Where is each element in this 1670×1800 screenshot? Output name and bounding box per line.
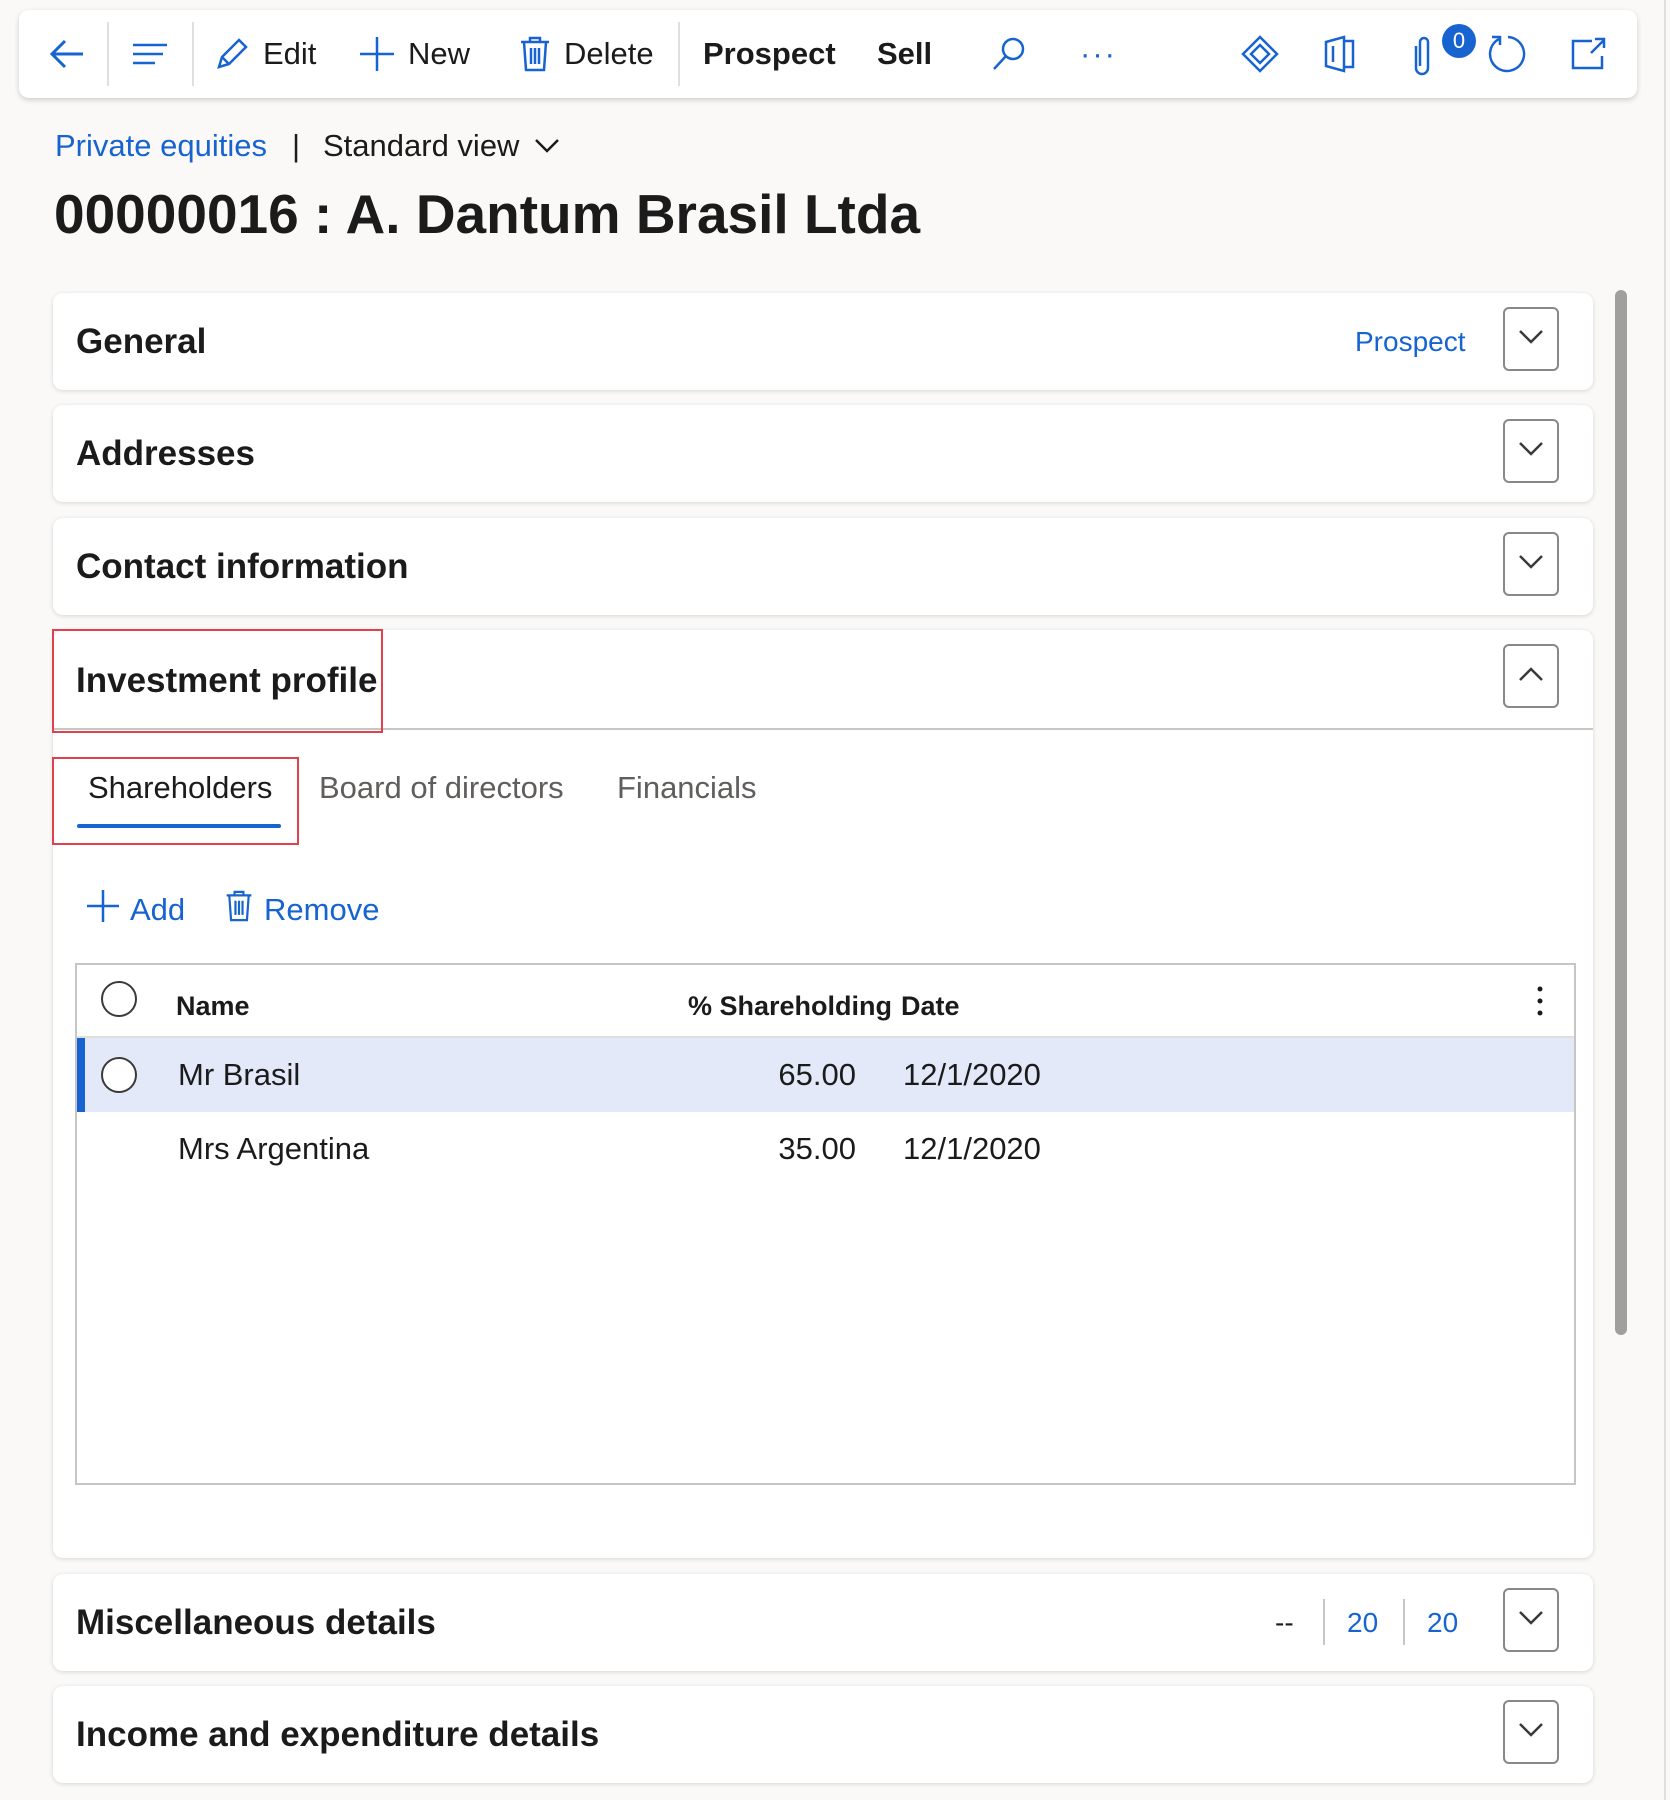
tab-financials[interactable]: Financials xyxy=(617,770,757,806)
misc-summary-3: 20 xyxy=(1427,1607,1459,1638)
window-edge xyxy=(1664,0,1666,1800)
new-button[interactable]: New xyxy=(358,10,470,98)
chevron-down-icon xyxy=(1517,1720,1545,1745)
remove-shareholder-button[interactable]: Remove xyxy=(224,888,379,932)
section-misc-title: Miscellaneous details xyxy=(76,1603,436,1642)
chevron-up-icon xyxy=(1517,664,1545,689)
add-shareholder-button[interactable]: Add xyxy=(86,888,185,932)
tab-shareholders[interactable]: Shareholders xyxy=(88,770,272,806)
summary-divider xyxy=(1403,1599,1405,1645)
active-tab-indicator xyxy=(77,824,281,828)
general-expand-button[interactable] xyxy=(1503,307,1559,371)
select-all-radio[interactable] xyxy=(101,981,137,1017)
attachments-count-badge: 0 xyxy=(1442,24,1476,58)
section-contact-title: Contact information xyxy=(76,547,409,586)
column-header-date[interactable]: Date xyxy=(901,991,960,1022)
add-label: Add xyxy=(130,892,186,927)
plus-icon xyxy=(86,889,120,931)
selected-row-marker xyxy=(77,1038,85,1112)
section-income-expenditure[interactable]: Income and expenditure details xyxy=(53,1686,1593,1783)
chevron-down-icon xyxy=(1517,439,1545,464)
cell-name[interactable]: Mr Brasil xyxy=(178,1057,300,1093)
column-header-name[interactable]: Name xyxy=(176,991,250,1022)
tab-board-of-directors[interactable]: Board of directors xyxy=(319,770,564,806)
sell-button[interactable]: Sell xyxy=(877,10,932,98)
section-miscellaneous-details[interactable]: Miscellaneous details -- 20 20 xyxy=(53,1574,1593,1671)
section-general[interactable]: General Prospect xyxy=(53,293,1593,390)
refresh-icon[interactable] xyxy=(1487,10,1529,98)
pencil-icon xyxy=(213,35,251,73)
search-icon[interactable] xyxy=(989,10,1029,98)
highlight-investment-profile xyxy=(52,629,383,733)
view-selector-label: Standard view xyxy=(323,128,520,163)
attachment-icon[interactable] xyxy=(1407,10,1437,98)
page-title: 00000016 : A. Dantum Brasil Ltda xyxy=(54,183,921,245)
table-row[interactable]: Mr Brasil 65.00 12/1/2020 xyxy=(77,1038,1574,1112)
chevron-down-icon xyxy=(533,128,561,164)
breadcrumb-separator: | xyxy=(292,128,301,163)
edit-label: Edit xyxy=(263,36,317,71)
investment-collapse-button[interactable] xyxy=(1503,644,1559,708)
section-addresses-title: Addresses xyxy=(76,434,255,473)
cell-date[interactable]: 12/1/2020 xyxy=(903,1057,1041,1093)
misc-summary-1: -- xyxy=(1275,1607,1294,1638)
chevron-down-icon xyxy=(1517,327,1545,352)
summary-divider xyxy=(1323,1599,1325,1645)
prospect-button[interactable]: Prospect xyxy=(703,10,836,98)
chevron-down-icon xyxy=(1517,1608,1545,1633)
cell-shareholding[interactable]: 65.00 xyxy=(677,1057,856,1093)
cell-shareholding[interactable]: 35.00 xyxy=(677,1131,856,1167)
trash-icon xyxy=(224,889,254,931)
income-expand-button[interactable] xyxy=(1503,1700,1559,1764)
back-arrow-icon[interactable] xyxy=(47,10,87,98)
open-in-new-window-icon[interactable] xyxy=(1568,10,1608,98)
column-header-shareholding[interactable]: % Shareholding xyxy=(688,991,892,1022)
remove-label: Remove xyxy=(264,892,380,927)
grid-options-icon[interactable] xyxy=(1536,985,1544,1022)
section-contact-information[interactable]: Contact information xyxy=(53,518,1593,615)
menu-icon[interactable] xyxy=(130,10,170,98)
section-general-title: General xyxy=(76,322,207,361)
power-apps-icon[interactable] xyxy=(1240,10,1280,98)
breadcrumb-private-equities[interactable]: Private equities xyxy=(55,128,267,164)
vertical-scrollbar[interactable] xyxy=(1615,290,1627,1335)
cell-name[interactable]: Mrs Argentina xyxy=(178,1131,369,1167)
view-selector[interactable]: Standard view xyxy=(323,128,561,164)
more-options-button[interactable]: ··· xyxy=(1080,10,1117,98)
plus-icon xyxy=(358,35,396,73)
table-row[interactable]: Mrs Argentina 35.00 12/1/2020 xyxy=(77,1112,1574,1186)
action-pane: Edit New Delete Prospect Sell ··· 0 xyxy=(19,10,1637,98)
misc-expand-button[interactable] xyxy=(1503,1588,1559,1652)
misc-summary-2: 20 xyxy=(1347,1607,1379,1638)
trash-icon xyxy=(518,35,552,73)
row-select-radio[interactable] xyxy=(101,1057,137,1093)
delete-button[interactable]: Delete xyxy=(518,10,654,98)
addresses-expand-button[interactable] xyxy=(1503,419,1559,483)
new-label: New xyxy=(408,36,471,71)
edit-button[interactable]: Edit xyxy=(213,10,316,98)
section-addresses[interactable]: Addresses xyxy=(53,405,1593,502)
delete-label: Delete xyxy=(564,36,654,71)
chevron-down-icon xyxy=(1517,552,1545,577)
general-summary: Prospect xyxy=(1355,326,1466,357)
section-income-title: Income and expenditure details xyxy=(76,1715,600,1754)
office-icon[interactable] xyxy=(1322,10,1358,98)
cell-date[interactable]: 12/1/2020 xyxy=(903,1131,1041,1167)
shareholders-grid: Name % Shareholding Date Mr Brasil 65.00… xyxy=(75,963,1576,1485)
contact-expand-button[interactable] xyxy=(1503,532,1559,596)
